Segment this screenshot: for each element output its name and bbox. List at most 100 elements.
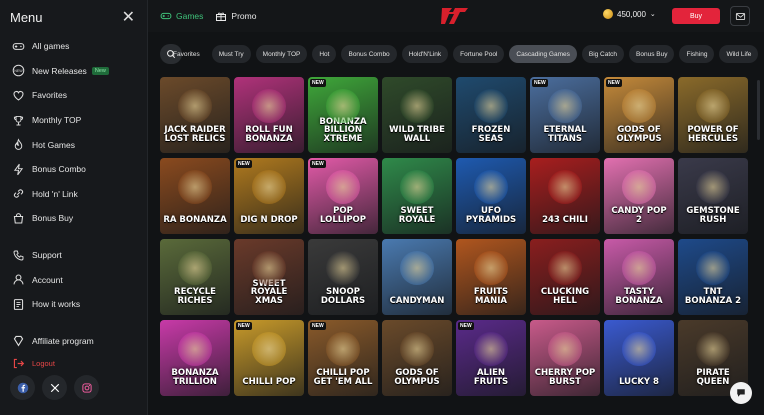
game-art — [474, 169, 508, 204]
category-chip-fortune-pool[interactable]: Fortune Pool — [453, 45, 505, 63]
sidebar-item-label: Bonus Combo — [32, 164, 86, 175]
social-links — [10, 375, 99, 400]
game-title: Gods of Olympus — [616, 125, 662, 144]
game-tile[interactable]: Candy Pop 2 — [604, 158, 674, 234]
game-tile[interactable]: 243 Chili — [530, 158, 600, 234]
game-tile[interactable]: Gemstone Rush — [678, 158, 748, 234]
game-tile[interactable]: NEW Chilli Pop — [234, 320, 304, 396]
sidebar-item-hot-games[interactable]: Hot Games — [0, 132, 147, 157]
category-chip-hold-n-link[interactable]: Hold'N'Link — [401, 45, 449, 63]
game-tile[interactable]: NEW Eternal Titans — [530, 77, 600, 153]
game-title: Sweet Royale — [398, 206, 436, 225]
sidebar-item-affiliate[interactable]: Affiliate program — [0, 329, 147, 354]
category-bar: Favorites Must Try Monthly TOP Hot Bonus Com… — [160, 44, 760, 64]
balance-display[interactable]: 450,000 ⌄ — [603, 9, 656, 19]
game-title: Fruits Mania — [473, 287, 509, 306]
game-tile[interactable]: TNT Bonanza 2 — [678, 239, 748, 315]
category-chip-must-try[interactable]: Must Try — [211, 45, 251, 63]
game-art — [474, 250, 508, 285]
game-title: Power of Hercules — [687, 125, 739, 144]
sidebar-item-label: How it works — [32, 299, 81, 310]
inbox-button[interactable] — [730, 6, 750, 26]
game-tile[interactable]: Sweet Royale — [382, 158, 452, 234]
sidebar-item-account[interactable]: Account — [0, 267, 147, 292]
sidebar-item-new-releases[interactable]: NEW New Releases New — [0, 59, 147, 84]
game-title: Ra Bonanza — [163, 214, 227, 225]
game-tile[interactable]: NEW Chilli Pop Get 'Em All — [308, 320, 378, 396]
category-chip-cascading-games[interactable]: Cascading Games — [509, 45, 577, 63]
game-art — [252, 169, 286, 204]
game-art — [696, 250, 730, 285]
game-tile[interactable]: Jack Raider Lost Relics — [160, 77, 230, 153]
game-tile[interactable]: NEW Alien Fruits — [456, 320, 526, 396]
game-tile[interactable]: NEW Pop Lollipop — [308, 158, 378, 234]
sidebar-item-support[interactable]: Support — [0, 243, 147, 268]
divider — [0, 231, 147, 243]
x-icon[interactable] — [42, 375, 67, 400]
buy-button[interactable]: Buy — [672, 8, 720, 24]
game-title: Jack Raider Lost Relics — [164, 125, 226, 144]
chat-button[interactable] — [730, 382, 752, 404]
controller-icon — [12, 40, 25, 53]
game-tile[interactable]: Frozen Seas — [456, 77, 526, 153]
sidebar-item-all-games[interactable]: All games — [0, 34, 147, 59]
sidebar-item-label: Monthly TOP — [32, 115, 82, 126]
facebook-icon[interactable] — [10, 375, 35, 400]
close-icon[interactable]: ✕ — [122, 7, 135, 27]
category-chip-bonus-buy[interactable]: Bonus Buy — [629, 45, 675, 63]
game-tile[interactable]: Tasty Bonanza — [604, 239, 674, 315]
game-art — [622, 88, 656, 123]
new-badge: New — [91, 66, 109, 75]
game-tile[interactable]: Candyman — [382, 239, 452, 315]
game-tile[interactable]: Roll Fun Bonanza — [234, 77, 304, 153]
game-art — [252, 250, 286, 285]
game-tile[interactable]: Wild Tribe Wall — [382, 77, 452, 153]
game-title: Candy Pop 2 — [611, 206, 667, 225]
game-tile[interactable]: Fruits Mania — [456, 239, 526, 315]
game-tile[interactable]: UFO Pyramids — [456, 158, 526, 234]
instagram-icon[interactable] — [74, 375, 99, 400]
game-title: Roll Fun Bonanza — [245, 125, 293, 144]
tab-promo[interactable]: Promo — [215, 10, 256, 22]
game-tile[interactable]: Recycle Riches — [160, 239, 230, 315]
sidebar-item-hold-n-link[interactable]: Hold 'n' Link — [0, 182, 147, 207]
new-badge: NEW — [310, 79, 326, 87]
sidebar-title: Menu — [10, 9, 43, 25]
category-chip-fishing[interactable]: Fishing — [679, 45, 715, 63]
sidebar-item-how-it-works[interactable]: How it works — [0, 292, 147, 317]
brand-logo[interactable] — [440, 5, 470, 27]
game-tile[interactable]: NEW Dig N Drop — [234, 158, 304, 234]
game-tile[interactable]: Clucking Hell — [530, 239, 600, 315]
sidebar-item-bonus-combo[interactable]: Bonus Combo — [0, 157, 147, 182]
category-chip-hot[interactable]: Hot — [312, 45, 337, 63]
category-chip-favorites[interactable]: Favorites — [173, 45, 207, 63]
game-tile[interactable]: Ra Bonanza — [160, 158, 230, 234]
category-chip-monthly-top[interactable]: Monthly TOP — [255, 45, 308, 63]
game-tile[interactable]: NEWBonanza Billion Xtreme — [308, 77, 378, 153]
logout-link[interactable]: Logout — [0, 353, 147, 373]
category-chip-bonus-combo[interactable]: Bonus Combo — [341, 45, 397, 63]
game-tile[interactable]: NEW Gods of Olympus — [604, 77, 674, 153]
game-title: UFO Pyramids — [465, 206, 517, 225]
game-tile[interactable]: Snoop Dollars — [308, 239, 378, 315]
tab-games[interactable]: Games — [160, 10, 203, 22]
scrollbar[interactable] — [757, 80, 760, 140]
game-art — [178, 88, 212, 123]
game-tile[interactable]: Lucky 8 — [604, 320, 674, 396]
game-tile[interactable]: Cherry Pop Burst — [530, 320, 600, 396]
game-tile[interactable]: Sweet Royale Xmas — [234, 239, 304, 315]
gift-icon — [216, 12, 227, 21]
category-chip-big-catch[interactable]: Big Catch — [581, 45, 625, 63]
sidebar-menu: Menu ✕ All games NEW New Releases New Favori… — [0, 0, 148, 415]
game-title: Gods of Olympus — [394, 368, 440, 387]
sidebar-item-monthly-top[interactable]: Monthly TOP — [0, 108, 147, 133]
game-tile[interactable]: Power of Hercules — [678, 77, 748, 153]
category-chip-wild-life[interactable]: Wild Life — [719, 45, 759, 63]
user-icon — [12, 273, 25, 286]
sidebar-item-favorites[interactable]: Favorites — [0, 83, 147, 108]
game-tile[interactable]: Bonanza Trillion — [160, 320, 230, 396]
sidebar-item-label: Support — [32, 250, 62, 261]
game-tile[interactable]: Gods of Olympus — [382, 320, 452, 396]
game-title: Chilli Pop — [242, 376, 296, 387]
sidebar-item-bonus-buy[interactable]: Bonus Buy — [0, 206, 147, 231]
